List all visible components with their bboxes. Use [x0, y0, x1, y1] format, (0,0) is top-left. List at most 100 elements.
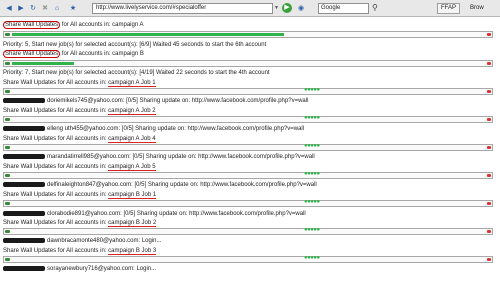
redacted-name: [3, 237, 45, 243]
search-input[interactable]: Google: [318, 3, 369, 14]
log-line: Share Wall Updates for All accounts in: …: [3, 247, 157, 255]
log-text: Share Wall Updates for All accounts in:: [3, 136, 109, 142]
bookmark-icon[interactable]: ★: [68, 3, 78, 13]
progress-bar: ●●●●●: [3, 255, 493, 263]
progress-bar: ●●●●●: [3, 171, 493, 179]
progress-bar: ●●●●●: [3, 227, 493, 235]
highlighted-text: campaign B Job 3: [108, 248, 157, 255]
search-icon[interactable]: ⚲: [372, 3, 382, 13]
log-text: Share Wall Updates for All accounts in:: [3, 108, 109, 114]
log-text: Priority: 5, Start new job(s) for select…: [3, 42, 267, 48]
log-line: Share Wall Updates for All accounts in: …: [3, 163, 156, 171]
progress-dots: ●●●●●: [304, 199, 320, 205]
address-dropdown-icon[interactable]: ▼: [274, 5, 279, 11]
back-icon[interactable]: ◀: [4, 3, 14, 13]
stop-job-icon[interactable]: [487, 202, 491, 205]
log-text: doriemikels745@yahoo.com: [0/5] Sharing …: [47, 98, 309, 104]
stop-job-icon[interactable]: [487, 62, 491, 65]
progress-dots: ●●●●●: [304, 227, 320, 233]
activity-log: Share Wall Updates for All accounts in: …: [0, 17, 500, 294]
redacted-name: [3, 97, 45, 103]
log-text: dawnbracamonte480@yahoo.com: Login...: [47, 238, 162, 244]
progress-fill: [12, 62, 74, 65]
stop-job-icon[interactable]: [487, 146, 491, 149]
go-icon[interactable]: ▶: [282, 3, 292, 13]
home-icon[interactable]: ⌂: [52, 3, 62, 13]
redacted-name: [3, 265, 45, 271]
stop-job-icon[interactable]: [487, 258, 491, 261]
log-line: Share Wall Updates for All accounts in: …: [3, 107, 156, 115]
progress-dots: ●●●●●: [304, 171, 320, 177]
progress-bar: [3, 60, 493, 67]
log-text: elleng uth455@yahoo.com: [0/5] Sharing u…: [47, 126, 305, 132]
log-text: Share Wall Updates for All accounts in:: [3, 220, 109, 226]
stop-icon[interactable]: ✖: [40, 3, 50, 13]
progress-bar: ●●●●●: [3, 87, 493, 95]
stop-job-icon[interactable]: [487, 33, 491, 36]
log-line: Share Wall Updates for All accounts in: …: [3, 219, 157, 227]
address-bar[interactable]: http://www.livelyservice.com/#specialoff…: [92, 3, 273, 14]
highlighted-text: campaign A Job 4: [108, 136, 156, 143]
log-text: sorayanewbury716@yahoo.com: Login...: [47, 266, 157, 272]
log-text: delfinaleighton847@yahoo.com: [0/5] Shar…: [47, 182, 317, 188]
log-text: clorabodie891@yahoo.com: [0/5] Sharing u…: [47, 211, 306, 217]
job-icon: [5, 146, 10, 149]
stop-job-icon[interactable]: [487, 118, 491, 121]
progress-bar: ●●●●●: [3, 143, 493, 151]
forward-icon[interactable]: ▶: [16, 3, 26, 13]
browse-button[interactable]: Brow: [470, 3, 484, 14]
job-icon: [5, 62, 10, 65]
log-line: dawnbracamonte480@yahoo.com: Login...: [3, 237, 162, 245]
progress-bar: ●●●●●: [3, 199, 493, 207]
log-line: elleng uth455@yahoo.com: [0/5] Sharing u…: [3, 125, 304, 133]
highlighted-text: campaign B Job 1: [108, 192, 157, 199]
log-line: sorayanewbury716@yahoo.com: Login...: [3, 265, 156, 273]
progress-dots: ●●●●●: [304, 87, 320, 93]
log-line: Share Wall Updates for All accounts in: …: [3, 79, 156, 87]
job-icon: [5, 202, 10, 205]
redacted-name: [3, 153, 45, 159]
stop-job-icon[interactable]: [487, 230, 491, 233]
log-text: marandatirrell985@yahoo.com: [0/5] Shari…: [47, 154, 315, 160]
log-line: Share Wall Updates for All accounts in: …: [3, 50, 144, 58]
browser-toolbar: ◀ ▶ ↻ ✖ ⌂ ★ http://www.livelyservice.com…: [0, 0, 500, 17]
log-text: Priority: 7, Start new job(s) for select…: [3, 70, 270, 76]
log-text: for All accounts in: campaign A: [60, 22, 144, 28]
highlighted-text: Share Wall Updates: [3, 21, 61, 29]
highlighted-text: Share Wall Updates: [3, 50, 61, 58]
log-line: doriemikels745@yahoo.com: [0/5] Sharing …: [3, 97, 308, 105]
highlighted-text: campaign A Job 5: [108, 164, 156, 171]
highlighted-text: campaign A Job 2: [108, 108, 156, 115]
rss-icon[interactable]: ◉: [296, 3, 306, 13]
progress-fill: [12, 33, 284, 36]
progress-dots: ●●●●●: [304, 255, 320, 261]
log-text: Share Wall Updates for All accounts in:: [3, 80, 109, 86]
log-line: Share Wall Updates for All accounts in: …: [3, 191, 157, 199]
highlighted-text: campaign A Job 1: [108, 80, 156, 87]
reload-icon[interactable]: ↻: [28, 3, 38, 13]
log-line: Share Wall Updates for All accounts in: …: [3, 135, 156, 143]
log-text: for All accounts in: campaign B: [60, 51, 144, 57]
redacted-name: [3, 181, 45, 187]
job-icon: [5, 118, 10, 121]
progress-bar: ●●●●●: [3, 115, 493, 123]
job-icon: [5, 258, 10, 261]
job-icon: [5, 33, 10, 36]
log-line: Priority: 5, Start new job(s) for select…: [3, 41, 266, 49]
log-line: clorabodie891@yahoo.com: [0/5] Sharing u…: [3, 210, 306, 218]
log-line: delfinaleighton847@yahoo.com: [0/5] Shar…: [3, 181, 317, 189]
log-line: marandatirrell985@yahoo.com: [0/5] Shari…: [3, 153, 315, 161]
stop-job-icon[interactable]: [487, 90, 491, 93]
stop-job-icon[interactable]: [487, 174, 491, 177]
log-text: Share Wall Updates for All accounts in:: [3, 192, 109, 198]
progress-dots: ●●●●●: [304, 115, 320, 121]
ffap-button[interactable]: FFAP: [437, 3, 461, 14]
log-line: Share Wall Updates for All accounts in: …: [3, 21, 144, 29]
progress-bar: [3, 31, 493, 38]
job-icon: [5, 90, 10, 93]
log-line: Priority: 7, Start new job(s) for select…: [3, 69, 270, 77]
job-icon: [5, 174, 10, 177]
redacted-name: [3, 125, 45, 131]
redacted-name: [3, 210, 45, 216]
log-text: Share Wall Updates for All accounts in:: [3, 248, 109, 254]
